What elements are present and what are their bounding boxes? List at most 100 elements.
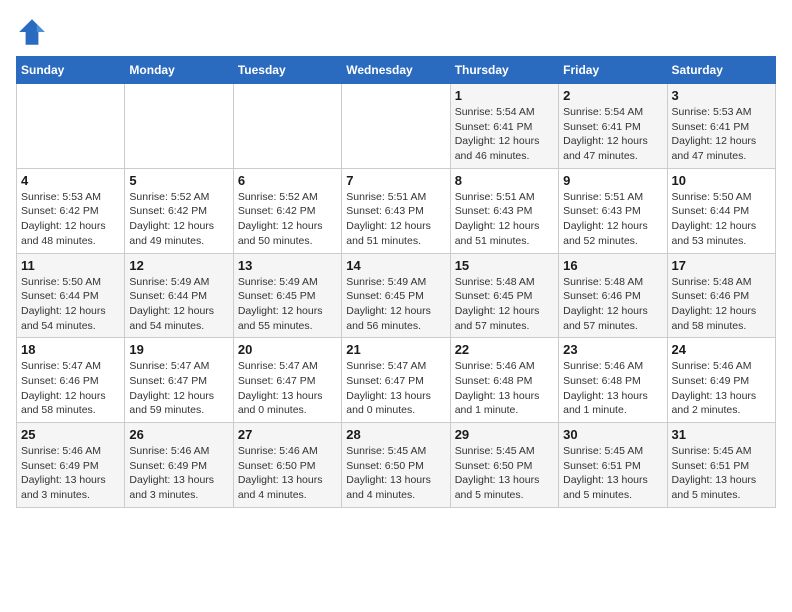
day-info: Sunrise: 5:49 AM Sunset: 6:45 PM Dayligh… — [346, 275, 445, 334]
calendar-cell: 2Sunrise: 5:54 AM Sunset: 6:41 PM Daylig… — [559, 84, 667, 169]
calendar-cell: 6 Sunrise: 5:52 AM Sunset: 6:42 PM Daylig… — [233, 168, 341, 253]
day-number: 26 — [129, 427, 228, 442]
day-number: 23 — [563, 342, 662, 357]
calendar-cell: 19Sunrise: 5:47 AM Sunset: 6:47 PM Dayli… — [125, 338, 233, 423]
day-number: 22 — [455, 342, 554, 357]
calendar-cell: 15 Sunrise: 5:48 AM Sunset: 6:45 PM Dayli… — [450, 253, 558, 338]
calendar-week-5: 25 Sunrise: 5:46 AM Sunset: 6:49 PM Dayli… — [17, 423, 776, 508]
day-info: Sunrise: 5:46 AM Sunset: 6:50 PM Dayligh… — [238, 444, 337, 503]
day-number: 12 — [129, 258, 228, 273]
day-info: Sunrise: 5:45 AM Sunset: 6:50 PM Dayligh… — [346, 444, 445, 503]
day-number: 1 — [455, 88, 554, 103]
day-info: Sunrise: 5:47 AM Sunset: 6:47 PM Dayligh… — [129, 359, 228, 418]
calendar-cell: 1 Sunrise: 5:54 AM Sunset: 6:41 PM Daylig… — [450, 84, 558, 169]
day-info: Sunrise: 5:50 AM Sunset: 6:44 PM Dayligh… — [672, 190, 771, 249]
day-number: 9 — [563, 173, 662, 188]
calendar-week-3: 11 Sunrise: 5:50 AM Sunset: 6:44 PM Dayli… — [17, 253, 776, 338]
calendar-cell: 7 Sunrise: 5:51 AM Sunset: 6:43 PM Daylig… — [342, 168, 450, 253]
day-number: 8 — [455, 173, 554, 188]
calendar-cell: 3Sunrise: 5:53 AM Sunset: 6:41 PM Daylig… — [667, 84, 775, 169]
day-number: 30 — [563, 427, 662, 442]
day-number: 28 — [346, 427, 445, 442]
calendar-cell — [233, 84, 341, 169]
day-info: Sunrise: 5:49 AM Sunset: 6:45 PM Dayligh… — [238, 275, 337, 334]
calendar-cell: 16Sunrise: 5:48 AM Sunset: 6:46 PM Dayli… — [559, 253, 667, 338]
calendar-cell: 18 Sunrise: 5:47 AM Sunset: 6:46 PM Dayli… — [17, 338, 125, 423]
calendar-cell: 17 Sunrise: 5:48 AM Sunset: 6:46 PM Dayli… — [667, 253, 775, 338]
day-number: 6 — [238, 173, 337, 188]
calendar-cell: 27 Sunrise: 5:46 AM Sunset: 6:50 PM Dayli… — [233, 423, 341, 508]
calendar-cell: 13Sunrise: 5:49 AM Sunset: 6:45 PM Dayli… — [233, 253, 341, 338]
day-number: 4 — [21, 173, 120, 188]
calendar-cell: 30 Sunrise: 5:45 AM Sunset: 6:51 PM Dayli… — [559, 423, 667, 508]
weekday-header-tuesday: Tuesday — [233, 57, 341, 84]
day-number: 29 — [455, 427, 554, 442]
day-info: Sunrise: 5:46 AM Sunset: 6:48 PM Dayligh… — [563, 359, 662, 418]
calendar-cell: 4Sunrise: 5:53 AM Sunset: 6:42 PM Daylig… — [17, 168, 125, 253]
calendar-week-1: 1 Sunrise: 5:54 AM Sunset: 6:41 PM Daylig… — [17, 84, 776, 169]
day-info: Sunrise: 5:46 AM Sunset: 6:48 PM Dayligh… — [455, 359, 554, 418]
day-info: Sunrise: 5:52 AM Sunset: 6:42 PM Dayligh… — [238, 190, 337, 249]
calendar-week-2: 4Sunrise: 5:53 AM Sunset: 6:42 PM Daylig… — [17, 168, 776, 253]
day-info: Sunrise: 5:54 AM Sunset: 6:41 PM Dayligh… — [455, 105, 554, 164]
day-number: 7 — [346, 173, 445, 188]
day-info: Sunrise: 5:51 AM Sunset: 6:43 PM Dayligh… — [563, 190, 662, 249]
day-info: Sunrise: 5:47 AM Sunset: 6:47 PM Dayligh… — [238, 359, 337, 418]
day-number: 10 — [672, 173, 771, 188]
calendar-cell: 29 Sunrise: 5:45 AM Sunset: 6:50 PM Dayli… — [450, 423, 558, 508]
day-info: Sunrise: 5:49 AM Sunset: 6:44 PM Dayligh… — [129, 275, 228, 334]
calendar-cell: 28 Sunrise: 5:45 AM Sunset: 6:50 PM Dayli… — [342, 423, 450, 508]
calendar-cell: 11 Sunrise: 5:50 AM Sunset: 6:44 PM Dayli… — [17, 253, 125, 338]
calendar-cell: 22 Sunrise: 5:46 AM Sunset: 6:48 PM Dayli… — [450, 338, 558, 423]
day-number: 31 — [672, 427, 771, 442]
calendar-table: SundayMondayTuesdayWednesdayThursdayFrid… — [16, 56, 776, 508]
logo-icon — [16, 16, 48, 48]
day-info: Sunrise: 5:47 AM Sunset: 6:46 PM Dayligh… — [21, 359, 120, 418]
day-info: Sunrise: 5:51 AM Sunset: 6:43 PM Dayligh… — [455, 190, 554, 249]
day-info: Sunrise: 5:54 AM Sunset: 6:41 PM Dayligh… — [563, 105, 662, 164]
calendar-cell: 23 Sunrise: 5:46 AM Sunset: 6:48 PM Dayli… — [559, 338, 667, 423]
day-info: Sunrise: 5:48 AM Sunset: 6:45 PM Dayligh… — [455, 275, 554, 334]
day-info: Sunrise: 5:53 AM Sunset: 6:41 PM Dayligh… — [672, 105, 771, 164]
day-info: Sunrise: 5:51 AM Sunset: 6:43 PM Dayligh… — [346, 190, 445, 249]
day-number: 11 — [21, 258, 120, 273]
day-info: Sunrise: 5:50 AM Sunset: 6:44 PM Dayligh… — [21, 275, 120, 334]
calendar-cell: 8 Sunrise: 5:51 AM Sunset: 6:43 PM Daylig… — [450, 168, 558, 253]
calendar-week-4: 18 Sunrise: 5:47 AM Sunset: 6:46 PM Dayli… — [17, 338, 776, 423]
day-number: 18 — [21, 342, 120, 357]
weekday-header-saturday: Saturday — [667, 57, 775, 84]
logo — [16, 16, 52, 48]
day-info: Sunrise: 5:46 AM Sunset: 6:49 PM Dayligh… — [21, 444, 120, 503]
page-header — [16, 16, 776, 48]
calendar-cell — [342, 84, 450, 169]
calendar-cell: 26 Sunrise: 5:46 AM Sunset: 6:49 PM Dayli… — [125, 423, 233, 508]
day-info: Sunrise: 5:46 AM Sunset: 6:49 PM Dayligh… — [129, 444, 228, 503]
day-number: 17 — [672, 258, 771, 273]
day-info: Sunrise: 5:52 AM Sunset: 6:42 PM Dayligh… — [129, 190, 228, 249]
calendar-cell: 12 Sunrise: 5:49 AM Sunset: 6:44 PM Dayli… — [125, 253, 233, 338]
day-number: 15 — [455, 258, 554, 273]
calendar-cell: 14 Sunrise: 5:49 AM Sunset: 6:45 PM Dayli… — [342, 253, 450, 338]
day-info: Sunrise: 5:45 AM Sunset: 6:50 PM Dayligh… — [455, 444, 554, 503]
calendar-cell: 10 Sunrise: 5:50 AM Sunset: 6:44 PM Dayli… — [667, 168, 775, 253]
calendar-cell: 9 Sunrise: 5:51 AM Sunset: 6:43 PM Daylig… — [559, 168, 667, 253]
day-number: 5 — [129, 173, 228, 188]
weekday-header-monday: Monday — [125, 57, 233, 84]
day-info: Sunrise: 5:48 AM Sunset: 6:46 PM Dayligh… — [563, 275, 662, 334]
calendar-header-row: SundayMondayTuesdayWednesdayThursdayFrid… — [17, 57, 776, 84]
day-info: Sunrise: 5:48 AM Sunset: 6:46 PM Dayligh… — [672, 275, 771, 334]
calendar-cell: 31Sunrise: 5:45 AM Sunset: 6:51 PM Dayli… — [667, 423, 775, 508]
day-number: 27 — [238, 427, 337, 442]
weekday-header-sunday: Sunday — [17, 57, 125, 84]
day-number: 25 — [21, 427, 120, 442]
weekday-header-friday: Friday — [559, 57, 667, 84]
calendar-cell: 20 Sunrise: 5:47 AM Sunset: 6:47 PM Dayli… — [233, 338, 341, 423]
day-number: 24 — [672, 342, 771, 357]
day-info: Sunrise: 5:45 AM Sunset: 6:51 PM Dayligh… — [563, 444, 662, 503]
calendar-cell: 21Sunrise: 5:47 AM Sunset: 6:47 PM Dayli… — [342, 338, 450, 423]
day-number: 14 — [346, 258, 445, 273]
day-number: 20 — [238, 342, 337, 357]
day-info: Sunrise: 5:47 AM Sunset: 6:47 PM Dayligh… — [346, 359, 445, 418]
calendar-cell — [125, 84, 233, 169]
calendar-cell: 25 Sunrise: 5:46 AM Sunset: 6:49 PM Dayli… — [17, 423, 125, 508]
